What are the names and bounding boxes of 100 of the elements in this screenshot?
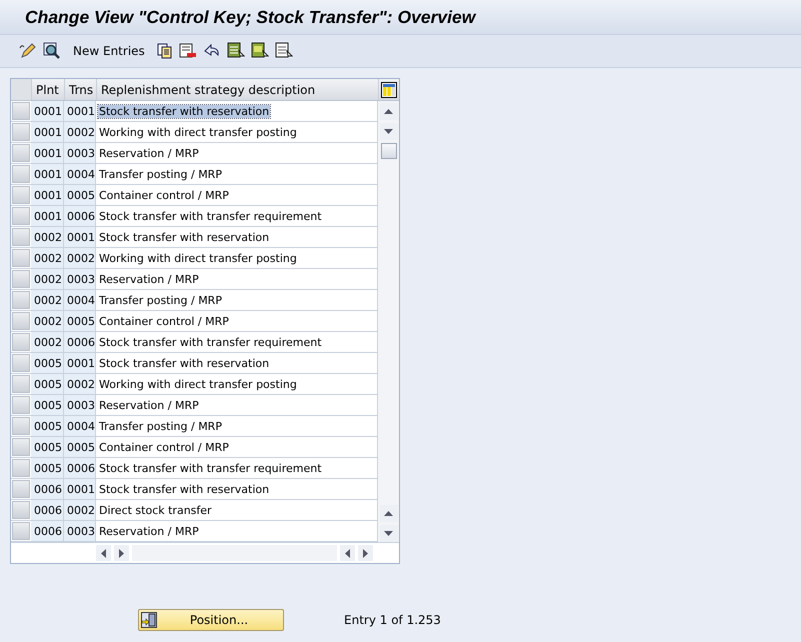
triangle-right-icon: [363, 548, 368, 558]
magnifier-icon[interactable]: [43, 42, 61, 60]
undo-icon[interactable]: [202, 43, 221, 59]
table-cell: Stock transfer with reservation: [98, 356, 270, 370]
table-cell: Stock transfer with transfer requirement: [98, 210, 323, 222]
column-header[interactable]: Plnt: [32, 79, 65, 100]
scroll-right-button[interactable]: [358, 545, 373, 561]
table-cell: 0005: [31, 395, 64, 415]
triangle-up-icon: [384, 109, 393, 114]
table-cell: 0001: [31, 185, 64, 205]
table-cell: Stock transfer with transfer requirement: [98, 336, 323, 348]
scroll-up-button[interactable]: [380, 103, 398, 120]
row-selector[interactable]: [12, 249, 30, 267]
table-cell: Container control / MRP: [98, 314, 230, 328]
row-selector[interactable]: [12, 438, 30, 456]
copy-icon[interactable]: [156, 43, 173, 59]
triangle-right-icon: [119, 548, 124, 558]
table-cell: 0001: [64, 353, 96, 373]
table-cell: Stock transfer with reservation: [98, 104, 270, 118]
row-selector[interactable]: [12, 270, 30, 288]
scroll-thumb[interactable]: [380, 143, 396, 159]
select-block-icon[interactable]: [250, 42, 269, 60]
table-cell: 0002: [64, 122, 96, 142]
window-title: Change View "Control Key; Stock Transfer": Overview: [25, 7, 476, 27]
table-cell: 0001: [64, 479, 96, 499]
table-cell: Container control / MRP: [98, 440, 230, 454]
select-all-button[interactable]: [11, 79, 32, 100]
table-cell: Reservation / MRP: [98, 524, 200, 538]
table-cell: 0005: [64, 185, 96, 205]
table-cell: 0005: [64, 311, 96, 331]
scroll-up-button[interactable]: [380, 505, 398, 522]
table-cell: 0006: [31, 479, 64, 499]
table-cell: Direct stock transfer: [98, 504, 213, 516]
table-cell: 0001: [64, 227, 96, 247]
table-cell: 0005: [31, 437, 64, 457]
deselect-all-icon[interactable]: [274, 42, 293, 60]
table-cell: Reservation / MRP: [98, 272, 200, 286]
table-cell: Working with direct transfer posting: [98, 126, 298, 138]
table-cell: 0004: [64, 290, 96, 310]
row-selector[interactable]: [12, 312, 30, 330]
row-selector[interactable]: [12, 354, 30, 372]
table-cell: Working with direct transfer posting: [98, 252, 298, 264]
table-cell: Stock transfer with reservation: [98, 230, 270, 244]
row-selector[interactable]: [12, 123, 30, 141]
table-cell: 0005: [31, 458, 64, 478]
scroll-right-button[interactable]: [114, 545, 129, 561]
row-selector[interactable]: [12, 291, 30, 309]
row-selector[interactable]: [12, 102, 30, 120]
table-cell: Stock transfer with reservation: [98, 482, 270, 496]
table-cell: 0002: [31, 290, 64, 310]
row-selector[interactable]: [12, 375, 30, 393]
row-selector[interactable]: [12, 207, 30, 225]
triangle-down-icon: [384, 531, 393, 536]
row-selector[interactable]: [12, 501, 30, 519]
table-cell: 0001: [31, 101, 64, 121]
scroll-down-button[interactable]: [380, 123, 398, 140]
table-cell: 0003: [64, 395, 96, 415]
column-header[interactable]: Trns: [65, 79, 97, 100]
row-selector[interactable]: [12, 165, 30, 183]
row-selector[interactable]: [12, 228, 30, 246]
scroll-left-button[interactable]: [96, 545, 111, 561]
row-selector[interactable]: [12, 144, 30, 162]
table-cell: 0006: [64, 332, 96, 352]
column-settings-icon[interactable]: [381, 82, 397, 98]
table-cell: 0001: [31, 143, 64, 163]
row-selector[interactable]: [12, 522, 30, 540]
table-cell: Transfer posting / MRP: [98, 294, 223, 306]
table-cell: 0006: [31, 521, 64, 541]
triangle-left-icon: [101, 548, 106, 558]
row-selector[interactable]: [12, 459, 30, 477]
table-cell: Working with direct transfer posting: [98, 378, 298, 390]
row-selector[interactable]: [12, 480, 30, 498]
scroll-left-button[interactable]: [340, 545, 355, 561]
table-cell: 0004: [64, 416, 96, 436]
position-button[interactable]: Position...: [138, 609, 284, 631]
table-cell: 0002: [64, 374, 96, 394]
table-cell: 0004: [64, 164, 96, 184]
delete-row-icon[interactable]: [178, 43, 197, 59]
pencil-icon[interactable]: [19, 42, 37, 60]
table-cell: 0003: [64, 269, 96, 289]
entry-count: Entry 1 of 1.253: [344, 613, 441, 627]
table-cell: 0002: [64, 248, 96, 268]
table-cell: Reservation / MRP: [98, 146, 200, 160]
table-cell: 0002: [31, 332, 64, 352]
table-cell: 0001: [31, 122, 64, 142]
row-selector[interactable]: [12, 186, 30, 204]
row-selector[interactable]: [12, 417, 30, 435]
scroll-down-button[interactable]: [380, 525, 398, 542]
column-header[interactable]: Replenishment strategy description: [97, 79, 379, 100]
table-cell: 0005: [31, 374, 64, 394]
row-selector[interactable]: [12, 333, 30, 351]
table-cell: Stock transfer with transfer requirement: [98, 462, 323, 474]
row-selector[interactable]: [12, 396, 30, 414]
table-cell: 0002: [31, 269, 64, 289]
new-entries-button[interactable]: New Entries: [67, 44, 151, 58]
select-all-icon[interactable]: [226, 42, 245, 60]
table-cell: 0002: [31, 311, 64, 331]
table-cell: Container control / MRP: [98, 188, 230, 202]
table-cell: 0003: [64, 143, 96, 163]
position-icon: [141, 612, 157, 628]
